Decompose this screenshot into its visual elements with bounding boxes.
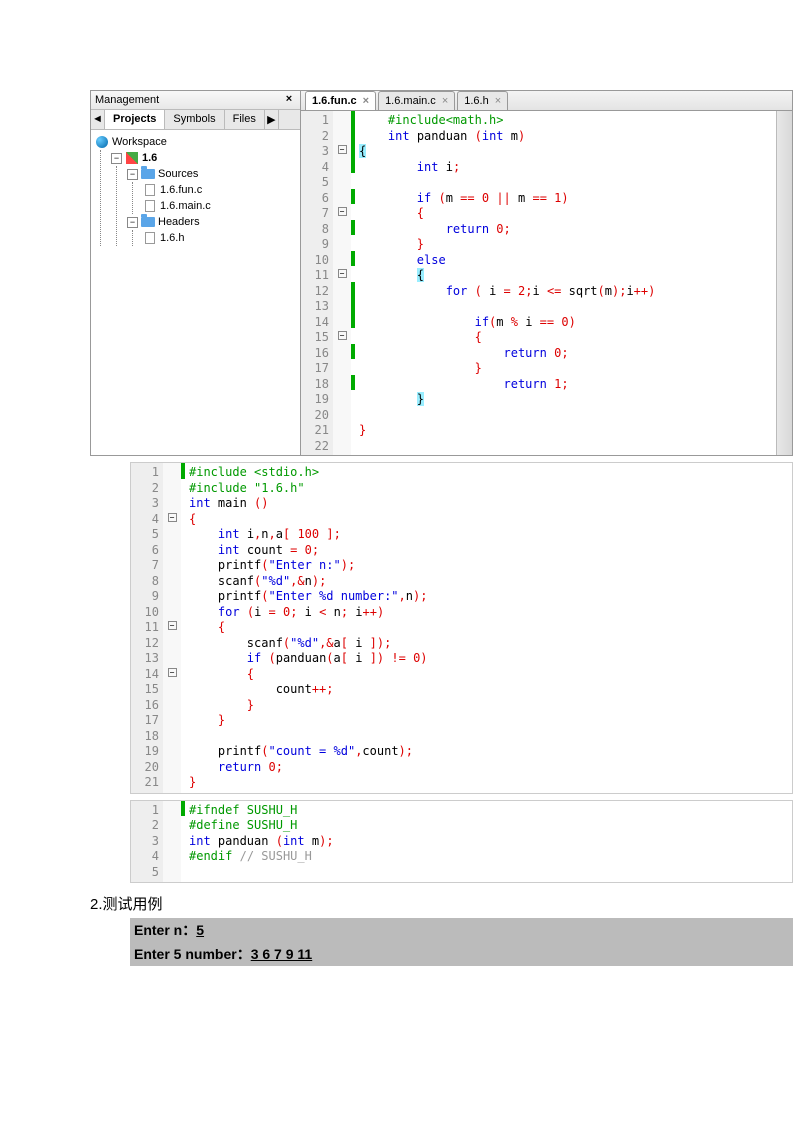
ide-window: Management × ◄ Projects Symbols Files ▶ … xyxy=(90,90,793,456)
editor-tab-fun[interactable]: 1.6.fun.c × xyxy=(305,91,376,110)
close-icon[interactable]: × xyxy=(442,95,448,107)
line-gutter: 123456789101112131415161718192021 xyxy=(131,463,163,793)
fold-column: − − − xyxy=(163,463,181,793)
test-row: Enter n：5 xyxy=(130,918,793,942)
tab-scroll-left[interactable]: ◄ xyxy=(91,110,105,129)
tab-files[interactable]: Files xyxy=(225,110,265,129)
folder-icon xyxy=(141,167,155,181)
close-icon[interactable]: × xyxy=(495,95,501,107)
file-icon xyxy=(143,199,157,213)
section-title: 2.测试用例 xyxy=(90,893,793,914)
code-content[interactable]: #include<math.h> int panduan (int m){ in… xyxy=(355,111,776,455)
management-panel: Management × ◄ Projects Symbols Files ▶ … xyxy=(91,91,301,455)
editor-tabs: 1.6.fun.c × 1.6.main.c × 1.6.h × xyxy=(301,91,792,111)
close-icon[interactable]: × xyxy=(282,93,296,107)
fold-toggle[interactable]: − xyxy=(338,207,347,216)
code-editor-2[interactable]: 123456789101112131415161718192021 − − − #i… xyxy=(130,462,793,794)
management-tabs: ◄ Projects Symbols Files ▶ xyxy=(91,110,300,130)
globe-icon xyxy=(95,135,109,149)
close-icon[interactable]: × xyxy=(363,95,369,107)
folder-icon xyxy=(141,215,155,229)
fold-toggle[interactable]: − xyxy=(168,621,177,630)
file-icon xyxy=(143,231,157,245)
fold-toggle[interactable]: − xyxy=(168,668,177,677)
editor-tab-h[interactable]: 1.6.h × xyxy=(457,91,508,110)
editor-area: 1.6.fun.c × 1.6.main.c × 1.6.h × 1234567… xyxy=(301,91,792,455)
tree-file[interactable]: 1.6.fun.c xyxy=(143,182,296,198)
fold-column xyxy=(163,801,181,883)
editor-tab-main[interactable]: 1.6.main.c × xyxy=(378,91,455,110)
code-content[interactable]: #ifndef SUSHU_H#define SUSHU_Hint pandua… xyxy=(185,801,792,883)
line-gutter: 12345 xyxy=(131,801,163,883)
tree-file[interactable]: 1.6.h xyxy=(143,230,296,246)
file-icon xyxy=(143,183,157,197)
management-header: Management × xyxy=(91,91,300,110)
tree-file[interactable]: 1.6.main.c xyxy=(143,198,296,214)
test-row: Enter 5 number：3 6 7 9 11 xyxy=(130,942,793,966)
collapse-icon[interactable]: − xyxy=(127,217,138,228)
project-tree: Workspace − 1.6 − Sources xyxy=(91,130,300,455)
fold-toggle[interactable]: − xyxy=(338,145,347,154)
fold-toggle[interactable]: − xyxy=(338,331,347,340)
tab-symbols[interactable]: Symbols xyxy=(165,110,224,129)
code-editor-3[interactable]: 12345 #ifndef SUSHU_H#define SUSHU_Hint … xyxy=(130,800,793,884)
tab-projects[interactable]: Projects xyxy=(105,110,165,129)
fold-column: − − − − xyxy=(333,111,351,455)
line-gutter: 12345678910111213141516171819202122 xyxy=(301,111,333,455)
tree-workspace[interactable]: Workspace xyxy=(95,134,296,150)
collapse-icon[interactable]: − xyxy=(111,153,122,164)
tree-headers[interactable]: − Headers xyxy=(127,214,296,230)
collapse-icon[interactable]: − xyxy=(127,169,138,180)
fold-toggle[interactable]: − xyxy=(338,269,347,278)
tree-project[interactable]: − 1.6 xyxy=(111,150,296,166)
vertical-scrollbar[interactable] xyxy=(776,111,792,455)
code-content[interactable]: #include <stdio.h>#include "1.6.h"int ma… xyxy=(185,463,792,793)
test-case-table: Enter n：5 Enter 5 number：3 6 7 9 11 xyxy=(130,918,793,966)
tree-sources[interactable]: − Sources xyxy=(127,166,296,182)
fold-toggle[interactable]: − xyxy=(168,513,177,522)
tab-scroll-right[interactable]: ▶ xyxy=(265,110,279,129)
project-icon xyxy=(125,151,139,165)
management-title: Management xyxy=(95,94,282,106)
code-editor-1[interactable]: 12345678910111213141516171819202122 −−−−… xyxy=(301,111,792,455)
